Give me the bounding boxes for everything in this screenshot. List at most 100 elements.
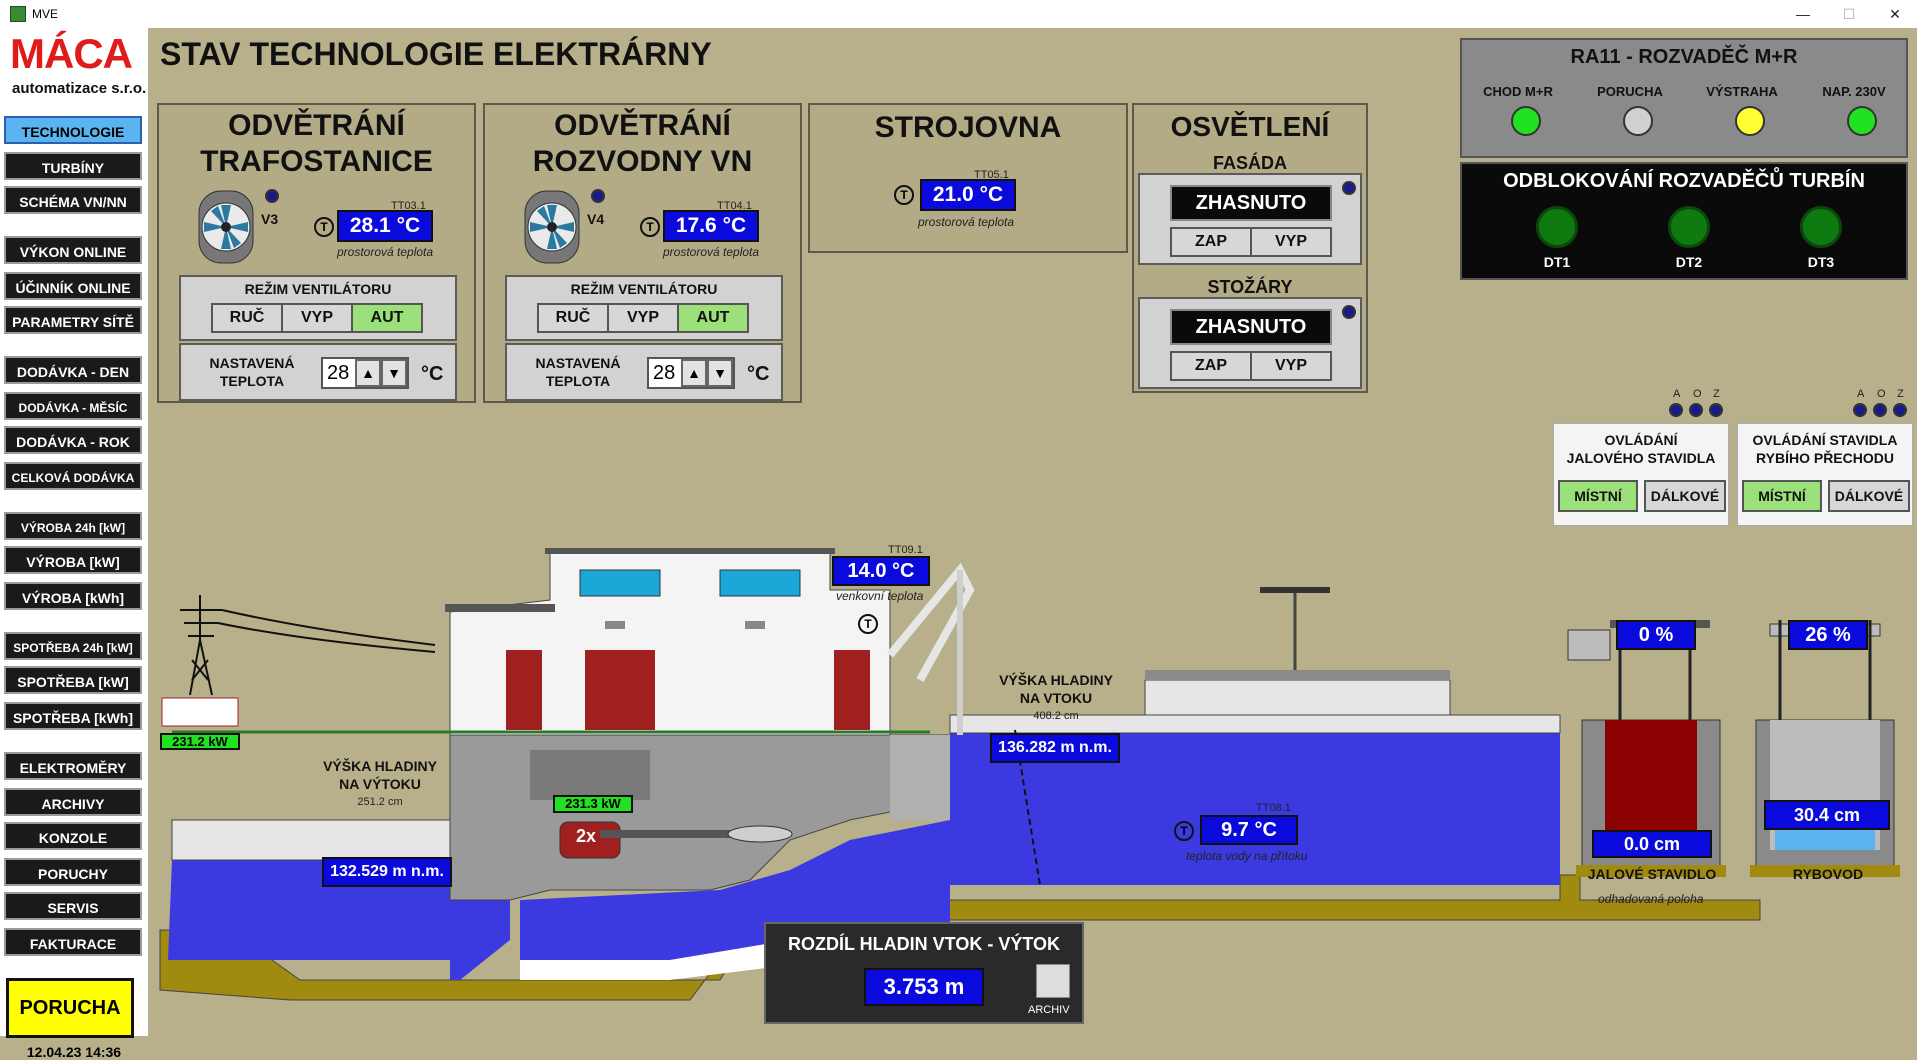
- fan-label: V3: [261, 211, 279, 227]
- unlock-turbine-button[interactable]: [1536, 206, 1578, 248]
- chart-archive-icon[interactable]: [1036, 964, 1070, 998]
- stavidlo-control-panel: OVLÁDÁNÍ JALOVÉHO STAVIDLA MÍSTNÍ DÁLKOVÉ: [1553, 423, 1729, 526]
- temp-value: 17.6 °C: [663, 210, 759, 242]
- unlock-turbine-button[interactable]: [1668, 206, 1710, 248]
- nav-button-20[interactable]: SERVIS: [4, 892, 142, 920]
- setpoint-label-2: TEPLOTA: [545, 373, 611, 389]
- mode-vyp-button[interactable]: VYP: [281, 303, 353, 333]
- jalove-percent: 0 %: [1616, 620, 1696, 650]
- aoz-indicator-dot: [1873, 403, 1887, 417]
- temp-desc: prostorová teplota: [337, 245, 434, 259]
- generator-count: 2x: [576, 826, 597, 846]
- window-titlebar: MVE — ☐ ✕: [0, 0, 1917, 28]
- fasada-panel: ZHASNUTO ZAP VYP: [1138, 173, 1362, 265]
- panel-title: ODVĚTRÁNÍ: [228, 109, 405, 142]
- status-dot: [1342, 181, 1356, 195]
- aoz-indicator-dot: [1853, 403, 1867, 417]
- nav-button-17[interactable]: ARCHIVY: [4, 788, 142, 816]
- aoz-indicator-dot: [1669, 403, 1683, 417]
- vtok-label-2: NA VTOKU: [1019, 690, 1093, 706]
- increase-arrow-icon[interactable]: ▲: [355, 359, 381, 387]
- unlock-turbine-label: DT2: [1675, 254, 1703, 270]
- nav-button-19[interactable]: PORUCHY: [4, 858, 142, 886]
- nav-button-6[interactable]: DODÁVKA - DEN: [4, 356, 142, 384]
- ra11-indicator-lamp: [1623, 106, 1653, 136]
- dalkove-button[interactable]: DÁLKOVÉ: [1644, 480, 1726, 512]
- increase-arrow-icon[interactable]: ▲: [681, 359, 707, 387]
- aoz-indicator-dot: [1689, 403, 1703, 417]
- nav-button-14[interactable]: SPOTŘEBA [kW]: [4, 666, 142, 694]
- setpoint-unit: °C: [421, 363, 444, 385]
- stavidlo-subtitle: JALOVÉHO STAVIDLA: [1566, 450, 1716, 466]
- mistni-button[interactable]: MÍSTNÍ: [1558, 480, 1638, 512]
- outdoor-tag: TT09.1: [888, 544, 923, 556]
- nav-button-16[interactable]: ELEKTROMĚRY: [4, 752, 142, 780]
- mistni-button[interactable]: MÍSTNÍ: [1742, 480, 1822, 512]
- aoz-indicator-dot: [1709, 403, 1723, 417]
- fasada-label: FASÁDA: [1212, 153, 1287, 173]
- panel-ra11: RA11 - ROZVADĚČ M+R CHOD M+R PORUCHA VÝSTR…: [1460, 38, 1908, 158]
- minimize-button[interactable]: —: [1780, 0, 1826, 28]
- nav-button-0[interactable]: TECHNOLOGIE: [4, 116, 142, 144]
- panel-title: RA11 - ROZVADĚČ M+R: [1570, 46, 1798, 68]
- vytok-level: 132.529 m n.m.: [322, 857, 452, 887]
- thermometer-icon: T: [314, 217, 334, 237]
- panel-odblokovani: ODBLOKOVÁNÍ ROZVADĚČŮ TURBÍN DT1 DT2 DT3: [1460, 162, 1908, 280]
- grid-power: 231.2 kW: [160, 733, 240, 750]
- stavidlo-control-panel: OVLÁDÁNÍ STAVIDLA RYBÍHO PŘECHODU MÍSTNÍ DÁ…: [1737, 423, 1913, 526]
- unlock-turbine-button[interactable]: [1800, 206, 1842, 248]
- fasada-zap-button[interactable]: ZAP: [1170, 227, 1252, 257]
- nav-button-13[interactable]: SPOTŘEBA 24h [kW]: [4, 632, 142, 660]
- nav-button-12[interactable]: VÝROBA [kWh]: [4, 582, 142, 610]
- maximize-button[interactable]: ☐: [1826, 0, 1872, 28]
- decrease-arrow-icon[interactable]: ▼: [381, 359, 407, 387]
- nav-button-18[interactable]: KONZOLE: [4, 822, 142, 850]
- fan-icon: [524, 190, 580, 264]
- mode-vyp-button[interactable]: VYP: [607, 303, 679, 333]
- setpoint-label-2: TEPLOTA: [219, 373, 285, 389]
- mode-ruc-button[interactable]: RUČ: [211, 303, 283, 333]
- panel-title: OSVĚTLENÍ: [1170, 111, 1330, 142]
- ra11-lamp-label: PORUCHA: [1597, 84, 1663, 99]
- ra11-lamp-label: NAP. 230V: [1822, 84, 1886, 99]
- nav-button-10[interactable]: VÝROBA 24h [kW]: [4, 512, 142, 540]
- nav-button-3[interactable]: VÝKON ONLINE: [4, 236, 142, 264]
- aoz-label: A: [1673, 388, 1681, 400]
- nav-button-9[interactable]: CELKOVÁ DODÁVKA: [4, 462, 142, 490]
- mode-aut-button[interactable]: AUT: [351, 303, 423, 333]
- decrease-arrow-icon[interactable]: ▼: [707, 359, 733, 387]
- dalkove-button[interactable]: DÁLKOVÉ: [1828, 480, 1910, 512]
- nav-button-2[interactable]: SCHÉMA VN/NN: [4, 186, 142, 214]
- nav-button-5[interactable]: PARAMETRY SÍTĚ: [4, 306, 142, 334]
- fan-mode-panel: REŽIM VENTILÁTORU RUČ VYP AUT: [179, 275, 457, 341]
- fasada-vyp-button[interactable]: VYP: [1250, 227, 1332, 257]
- fasada-state: ZHASNUTO: [1170, 185, 1332, 221]
- outdoor-desc: venkovní teplota: [836, 589, 924, 603]
- nav-button-11[interactable]: VÝROBA [kW]: [4, 546, 142, 574]
- nav-button-21[interactable]: FAKTURACE: [4, 928, 142, 956]
- page-title: STAV TECHNOLOGIE ELEKTRÁRNY: [160, 36, 712, 72]
- ra11-lamp-label: CHOD M+R: [1483, 84, 1553, 99]
- nav-button-1[interactable]: TURBÍNY: [4, 152, 142, 180]
- aoz-label: A: [1857, 388, 1865, 400]
- nav-button-8[interactable]: DODÁVKA - ROK: [4, 426, 142, 454]
- nav-button-7[interactable]: DODÁVKA - MĚSÍC: [4, 392, 142, 420]
- ra11-indicator-lamp: [1847, 106, 1877, 136]
- close-button[interactable]: ✕: [1872, 0, 1917, 28]
- thermometer-icon: T: [1174, 821, 1194, 841]
- stozary-zap-button[interactable]: ZAP: [1170, 351, 1252, 381]
- nav-button-15[interactable]: SPOTŘEBA [kWh]: [4, 702, 142, 730]
- stozary-vyp-button[interactable]: VYP: [1250, 351, 1332, 381]
- mode-aut-button[interactable]: AUT: [677, 303, 749, 333]
- panel-title: STROJOVNA: [874, 111, 1062, 144]
- water-desc: teplota vody na přítoku: [1186, 849, 1308, 863]
- thermometer-icon: T: [640, 217, 660, 237]
- porucha-alarm-button[interactable]: PORUCHA: [6, 978, 134, 1038]
- logo-brand: MÁCA: [10, 30, 133, 77]
- mode-ruc-button[interactable]: RUČ: [537, 303, 609, 333]
- nav-button-4[interactable]: ÚČINNÍK ONLINE: [4, 272, 142, 300]
- archive-label[interactable]: ARCHIV: [1028, 1004, 1070, 1016]
- rybovod-position: 30.4 cm: [1764, 800, 1890, 830]
- rybovod-label: RYBOVOD: [1792, 866, 1864, 882]
- thermometer-icon: T: [858, 614, 878, 634]
